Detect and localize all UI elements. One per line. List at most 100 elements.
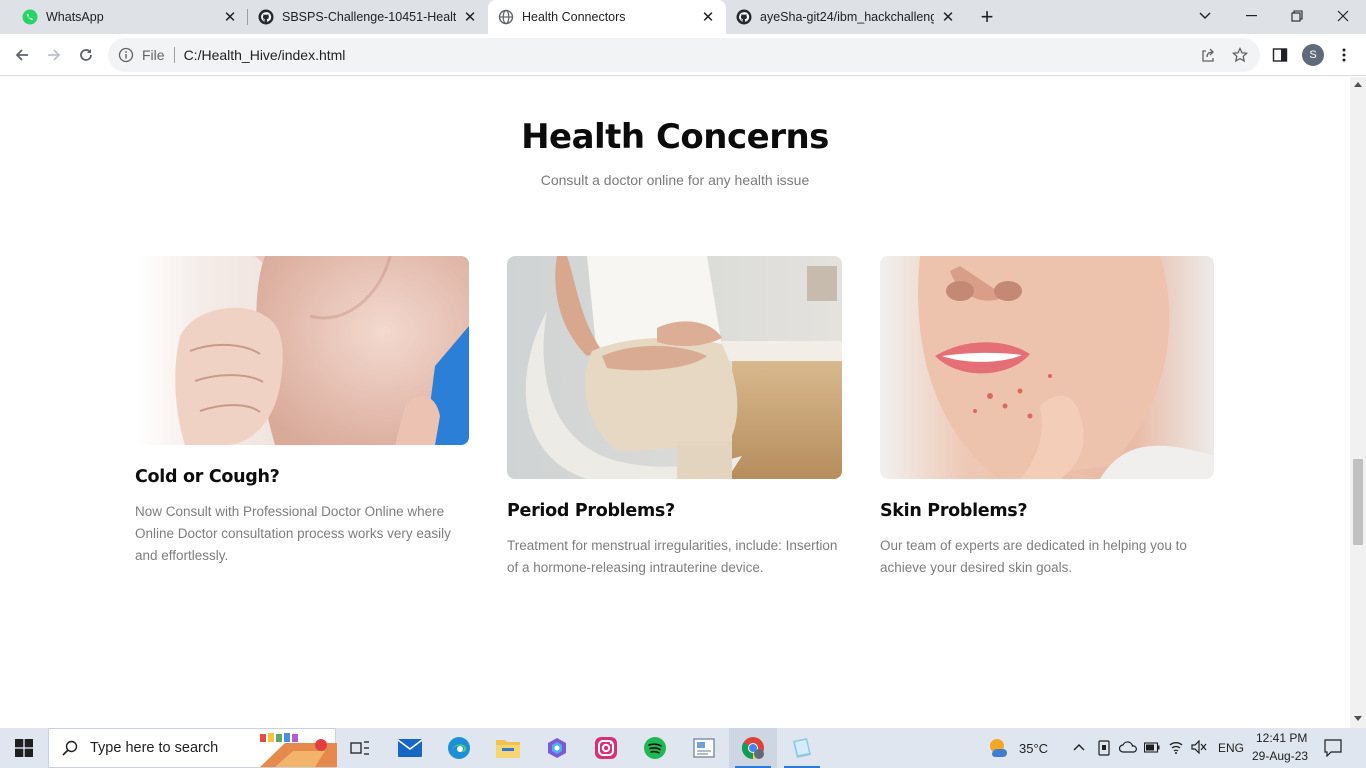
taskbar-document-viewer[interactable] [680,728,728,768]
weather-icon[interactable] [986,736,1012,760]
close-window-button[interactable] [1320,0,1366,32]
minimize-icon [1245,15,1257,17]
search-highlight-illustration-icon [260,733,337,767]
chevron-up-icon[interactable] [1073,743,1085,751]
taskbar-edge[interactable] [435,728,483,768]
side-panel-icon[interactable] [1272,47,1288,63]
task-view-icon [350,741,369,755]
windows-logo-icon [15,739,33,757]
speaker-muted-icon[interactable] [1191,740,1207,754]
close-icon[interactable]: ✕ [222,9,238,26]
document-icon [693,738,715,758]
tab-search-button[interactable] [1182,0,1228,32]
arrow-right-icon [48,49,61,61]
avatar[interactable]: S [1302,44,1324,66]
taskbar-instagram[interactable] [582,728,630,768]
reload-icon [80,49,92,61]
search-placeholder: Type here to search [90,740,219,756]
close-icon[interactable]: ✕ [462,9,478,26]
scroll-up-arrow[interactable] [1354,82,1362,87]
card-description: Treatment for menstrual irregularities, … [507,538,838,575]
card-description: Our team of experts are dedicated in hel… [880,538,1187,575]
page-content: Health Concerns Consult a doctor online … [0,77,1350,728]
close-icon [1337,10,1349,22]
meet-now-icon[interactable] [1097,740,1111,756]
language-indicator[interactable]: ENG [1218,741,1244,755]
chrome-icon [742,737,764,759]
back-button[interactable] [7,40,37,70]
windows-taskbar: Type here to search 35°C ENG 12:41 PM 29… [0,728,1366,768]
new-tab-button[interactable]: + [973,4,1001,30]
clock-time[interactable]: 12:41 PM [1256,731,1307,745]
scroll-down-arrow[interactable] [1354,716,1362,721]
omnibox-divider [173,47,175,63]
concern-card-period-problems[interactable]: Period Problems? Treatment for menstrual… [507,256,842,579]
card-title: Skin Problems? [880,501,1028,521]
page-scrollbar[interactable] [1350,77,1366,728]
address-bar[interactable]: File C:/Health_Hive/index.html [108,38,1260,72]
taskbar-search-input[interactable]: Type here to search [48,728,337,768]
reload-button[interactable] [71,40,101,70]
restore-icon [1291,10,1303,22]
tab-health-connectors[interactable]: Health Connectors ✕ [488,0,726,34]
concern-card-skin-problems[interactable]: Skin Problems? Our team of experts are d… [880,256,1214,579]
globe-icon [498,9,514,25]
copilot-icon [548,738,566,758]
edge-icon [448,737,470,759]
folder-icon [496,740,520,758]
face-acne-closeup-photo [880,256,1214,479]
clock-date[interactable]: 29-Aug-23 [1252,749,1308,763]
minimize-button[interactable] [1228,0,1274,32]
arrow-left-icon [15,49,28,61]
card-description: Now Consult with Professional Doctor Onl… [135,504,451,563]
tab-title: SBSPS-Challenge-10451-HealthC [282,10,456,24]
section-title: Health Concerns [521,117,829,157]
scheme-label: File [142,47,165,63]
taskbar-notes-app[interactable] [778,728,826,768]
restore-button[interactable] [1274,0,1320,32]
close-icon[interactable]: ✕ [940,9,956,26]
star-icon[interactable] [1232,47,1248,63]
weather-temperature[interactable]: 35°C [1019,741,1048,756]
search-icon [62,740,78,756]
tab-strip: WhatsApp ✕ SBSPS-Challenge-10451-HealthC… [0,0,1366,34]
browser-toolbar: File C:/Health_Hive/index.html S [0,34,1366,76]
whatsapp-icon [22,9,38,25]
person-holding-abdomen-photo [507,256,842,479]
tab-title: WhatsApp [46,10,104,24]
github-icon [736,9,752,25]
tab-title: Health Connectors [522,10,626,24]
instagram-icon [595,737,617,759]
scrollbar-thumb[interactable] [1353,459,1363,545]
spotify-icon [644,737,666,759]
tab-whatsapp[interactable]: WhatsApp ✕ [0,0,248,34]
tab-ibm-hackchallenge[interactable]: ayeSha-git24/ibm_hackchallenge ✕ [726,0,966,34]
card-title: Period Problems? [507,501,675,521]
battery-icon[interactable] [1144,742,1160,753]
notification-center-icon[interactable] [1324,739,1342,757]
mail-icon [398,739,422,757]
taskbar-file-explorer[interactable] [484,728,532,768]
section-subtitle: Consult a doctor online for any health i… [540,172,810,188]
taskbar-chrome[interactable] [729,728,777,768]
tab-sbsps-challenge[interactable]: SBSPS-Challenge-10451-HealthC ✕ [248,0,488,34]
concern-card-cold-cough[interactable]: Cold or Cough? Now Consult with Professi… [135,256,469,567]
close-icon[interactable]: ✕ [700,9,716,26]
taskbar-mail[interactable] [386,728,434,768]
notepad-icon [793,738,811,758]
info-icon[interactable] [118,47,134,63]
url-text[interactable]: C:/Health_Hive/index.html [184,47,346,63]
chevron-down-icon [1199,12,1211,19]
github-icon [258,9,274,25]
forward-button[interactable] [39,40,69,70]
task-view-button[interactable] [336,728,384,768]
taskbar-copilot[interactable] [533,728,581,768]
menu-dots-icon[interactable] [1340,47,1348,63]
share-icon[interactable] [1200,47,1216,63]
taskbar-spotify[interactable] [631,728,679,768]
person-coughing-photo [135,256,469,445]
start-button[interactable] [0,728,48,768]
card-title: Cold or Cough? [135,467,280,487]
wifi-icon[interactable] [1168,740,1184,754]
onedrive-icon[interactable] [1119,741,1137,753]
